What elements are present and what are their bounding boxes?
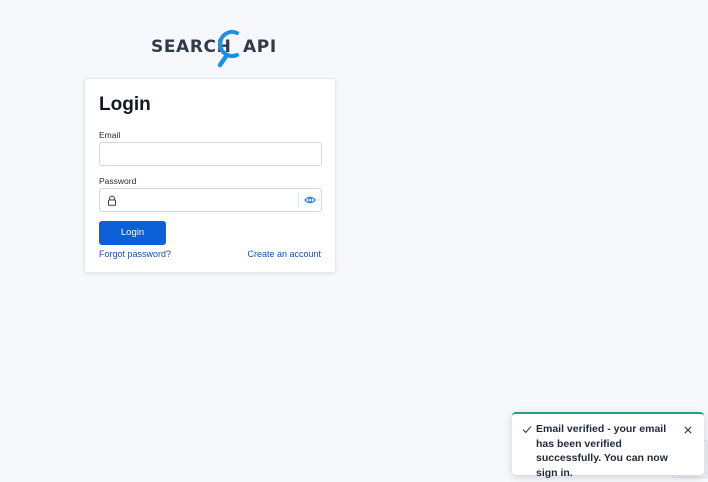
toast-message: Email verified - your email has been ver… xyxy=(536,423,668,479)
eye-icon[interactable] xyxy=(304,195,316,205)
logo-text-api: API xyxy=(243,37,277,57)
login-button[interactable]: Login xyxy=(99,221,166,245)
close-icon[interactable] xyxy=(684,426,692,434)
password-field[interactable] xyxy=(122,193,292,207)
password-divider xyxy=(298,193,299,207)
password-label: Password xyxy=(99,176,137,186)
email-field[interactable] xyxy=(108,147,313,161)
email-label: Email xyxy=(99,130,121,140)
login-card: Login Email Password Login Forgot passwo… xyxy=(84,78,336,273)
email-field-box xyxy=(99,142,322,166)
create-account-link[interactable]: Create an account xyxy=(247,249,321,260)
page-title: Login xyxy=(99,94,151,115)
lock-icon xyxy=(108,195,116,206)
check-icon xyxy=(522,426,532,434)
magnifier-logo-icon xyxy=(218,30,239,68)
toast-notification: Email verified - your email has been ver… xyxy=(512,412,704,479)
logo: SEARCH API xyxy=(150,28,276,68)
forgot-password-link[interactable]: Forgot password? xyxy=(99,249,171,260)
password-field-box xyxy=(99,188,322,212)
